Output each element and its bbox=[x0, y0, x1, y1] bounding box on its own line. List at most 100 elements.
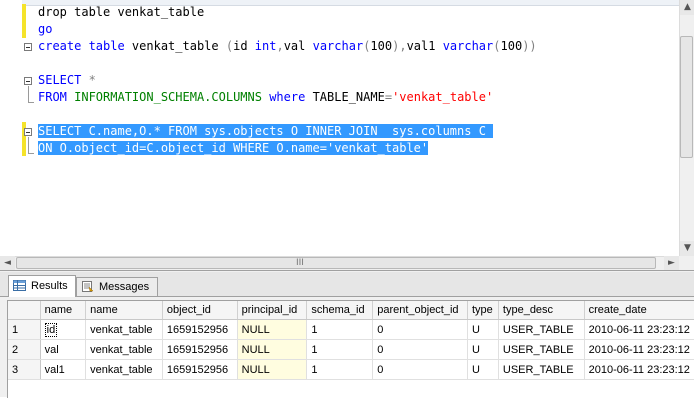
column-header[interactable]: type bbox=[467, 301, 499, 320]
code-token: )) bbox=[522, 39, 537, 53]
row-number[interactable]: 1 bbox=[8, 319, 41, 340]
cell-value: 1659152956 bbox=[166, 343, 229, 356]
table-cell[interactable]: NULL bbox=[237, 339, 308, 360]
code-token: FROM bbox=[38, 90, 67, 104]
table-row[interactable]: 3 val1 venkat_table 1659152956 NULL 1 0 U USER_T… bbox=[8, 359, 694, 380]
column-header[interactable]: principal_id bbox=[237, 301, 308, 320]
cell-value: U bbox=[471, 343, 480, 356]
cell-value: 2010-06-11 23:23:12 bbox=[588, 323, 690, 336]
row-number[interactable]: 2 bbox=[8, 339, 41, 360]
cell-value: 1659152956 bbox=[166, 323, 229, 336]
table-cell[interactable]: 0 bbox=[372, 359, 468, 380]
table-cell[interactable]: 0 bbox=[372, 339, 468, 360]
code-token: * bbox=[81, 73, 96, 87]
code-token: varchar bbox=[312, 39, 364, 53]
code-token: id bbox=[233, 39, 255, 53]
code-token: varchar bbox=[442, 39, 494, 53]
code-token: ), bbox=[392, 39, 407, 53]
table-cell[interactable]: 1 bbox=[306, 359, 374, 380]
editor-gutter bbox=[0, 0, 34, 256]
table-cell[interactable]: venkat_table bbox=[85, 319, 163, 340]
table-cell[interactable]: val bbox=[40, 339, 87, 360]
code-line[interactable]: FROM INFORMATION_SCHEMA.COLUMNS where TA… bbox=[38, 89, 493, 106]
table-cell[interactable]: 2010-06-11 23:23:12 bbox=[584, 359, 694, 380]
column-header[interactable]: name bbox=[40, 301, 87, 320]
table-row[interactable]: 2 val venkat_table 1659152956 NULL 1 0 U USER_TA… bbox=[8, 339, 694, 360]
cell-value: U bbox=[471, 323, 480, 336]
table-cell[interactable]: U bbox=[467, 319, 499, 340]
column-header[interactable]: create_date bbox=[584, 301, 694, 320]
table-cell[interactable]: U bbox=[467, 339, 499, 360]
cell-value: venkat_table bbox=[90, 363, 153, 376]
column-header[interactable]: object_id bbox=[162, 301, 238, 320]
cell-value: 0 bbox=[377, 343, 384, 356]
tab-results-label: Results bbox=[31, 280, 68, 292]
code-token: val bbox=[283, 39, 313, 53]
outline-line bbox=[28, 102, 34, 103]
code-token: INFORMATION_SCHEMA.COLUMNS bbox=[66, 90, 262, 104]
column-header[interactable]: parent_object_id bbox=[372, 301, 468, 320]
row-number[interactable]: 3 bbox=[8, 359, 41, 380]
vertical-scroll-thumb[interactable] bbox=[680, 36, 693, 158]
code-line[interactable]: SELECT * bbox=[38, 72, 96, 89]
scroll-up-arrow-icon[interactable]: ▲ bbox=[680, 0, 694, 15]
row-number-header[interactable] bbox=[8, 301, 41, 320]
table-cell[interactable]: 2010-06-11 23:23:12 bbox=[584, 339, 694, 360]
code-token: = bbox=[384, 90, 393, 104]
code-token: drop table venkat_table bbox=[38, 5, 205, 19]
table-cell[interactable]: 1 bbox=[306, 339, 374, 360]
cell-value: 1 bbox=[311, 363, 318, 376]
table-cell[interactable]: 1659152956 bbox=[162, 339, 238, 360]
cell-value: 2 bbox=[12, 343, 19, 356]
cell-value: venkat_table bbox=[90, 323, 153, 336]
table-cell[interactable]: venkat_table bbox=[85, 359, 163, 380]
code-line[interactable]: go bbox=[38, 21, 52, 38]
code-line[interactable]: drop table venkat_table bbox=[38, 4, 204, 21]
table-cell[interactable]: val1 bbox=[40, 359, 87, 380]
query-editor[interactable]: drop table venkat_table go create table ve… bbox=[0, 0, 694, 271]
column-header[interactable]: type_desc bbox=[498, 301, 585, 320]
code-token: where bbox=[261, 90, 306, 104]
tab-messages[interactable]: Messages bbox=[76, 277, 158, 296]
table-cell[interactable]: USER_TABLE bbox=[498, 359, 585, 380]
table-row[interactable]: 1 id venkat_table 1659152956 NULL 1 0 U USER_TAB… bbox=[8, 319, 694, 340]
selected-code-text: SELECT C.name,O.* FROM sys.objects O INN… bbox=[38, 124, 494, 138]
code-line[interactable]: SELECT C.name,O.* FROM sys.objects O INN… bbox=[38, 123, 494, 140]
column-header[interactable]: schema_id bbox=[306, 301, 374, 320]
table-cell[interactable]: 1 bbox=[306, 319, 374, 340]
collapse-toggle-icon[interactable] bbox=[24, 128, 32, 136]
table-cell[interactable]: 1659152956 bbox=[162, 319, 238, 340]
column-header[interactable]: name bbox=[85, 301, 163, 320]
table-cell[interactable]: 2010-06-11 23:23:12 bbox=[584, 319, 694, 340]
results-grid[interactable]: name name object_id principal_id schema_id pa… bbox=[7, 300, 694, 398]
table-cell[interactable]: NULL bbox=[237, 319, 308, 340]
table-cell[interactable]: U bbox=[467, 359, 499, 380]
table-cell[interactable]: venkat_table bbox=[85, 339, 163, 360]
table-cell[interactable]: USER_TABLE bbox=[498, 319, 585, 340]
cell-value: 1659152956 bbox=[166, 363, 229, 376]
table-cell[interactable]: USER_TABLE bbox=[498, 339, 585, 360]
code-token: create table bbox=[38, 39, 125, 53]
code-token: TABLE_NAME bbox=[305, 90, 385, 104]
scroll-right-arrow-icon[interactable]: ► bbox=[664, 256, 679, 270]
code-line[interactable]: ON O.object_id=C.object_id WHERE O.name=… bbox=[38, 140, 429, 157]
table-cell[interactable]: 1659152956 bbox=[162, 359, 238, 380]
cell-value: venkat_table bbox=[90, 343, 153, 356]
grid-icon bbox=[13, 280, 26, 291]
table-cell[interactable]: id bbox=[40, 319, 87, 340]
tab-results[interactable]: Results bbox=[8, 275, 76, 297]
scroll-left-arrow-icon[interactable]: ◄ bbox=[0, 256, 15, 270]
collapse-toggle-icon[interactable] bbox=[24, 77, 32, 85]
code-token: 'venkat_table' bbox=[392, 90, 494, 104]
collapse-toggle-icon[interactable] bbox=[24, 43, 32, 51]
code-token: ( bbox=[493, 39, 501, 53]
horizontal-scroll-thumb[interactable] bbox=[16, 257, 656, 269]
cell-value: NULL bbox=[241, 323, 270, 336]
code-token: go bbox=[38, 22, 53, 36]
table-cell[interactable]: 0 bbox=[372, 319, 468, 340]
code-line[interactable]: create table venkat_table (id int,val va… bbox=[38, 38, 537, 55]
cell-value: 2010-06-11 23:23:12 bbox=[588, 363, 690, 376]
scroll-down-arrow-icon[interactable]: ▼ bbox=[680, 241, 694, 256]
table-cell[interactable]: NULL bbox=[237, 359, 308, 380]
messages-icon bbox=[82, 281, 94, 292]
